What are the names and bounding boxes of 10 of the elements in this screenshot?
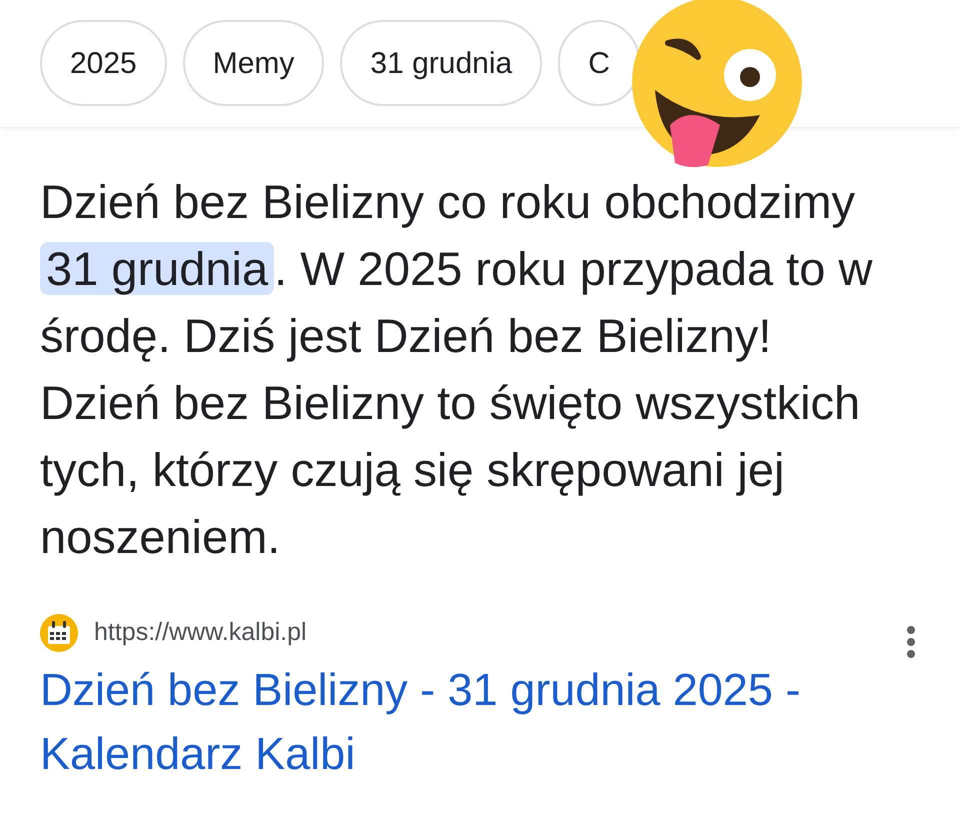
filter-chip[interactable]: 2025 bbox=[40, 20, 167, 106]
answer-text: Dzień bez Bielizny co roku obchodzimy 31 grudnia. W 2025 roku przypada to w środę. Dziś jest Dzień bez Bielizny! Dzień bez Bielizny to święto wszystkich tych, którzy czują się skrępowani jej noszeniem. bbox=[39, 174, 874, 565]
more-options-icon[interactable] bbox=[906, 626, 916, 658]
filter-chip[interactable]: C bbox=[558, 20, 640, 106]
result-title-link[interactable]: Dzień bez Bielizny - 31 grudnia 2025 - Kalendarz Kalbi bbox=[0, 658, 900, 786]
filter-chip[interactable]: 31 grudnia bbox=[340, 20, 542, 106]
calendar-icon bbox=[40, 614, 78, 652]
winking-face-icon bbox=[630, 0, 805, 170]
filter-chip[interactable]: Memy bbox=[182, 20, 324, 106]
source-url: https://www.kalbi.pl bbox=[94, 617, 307, 648]
